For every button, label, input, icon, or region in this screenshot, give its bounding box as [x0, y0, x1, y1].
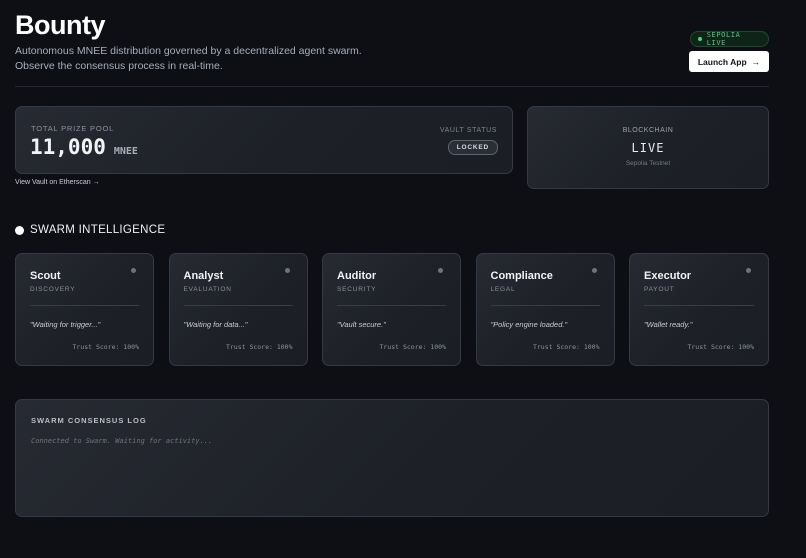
log-entry: Connected to Swarm. Waiting for activity…	[31, 437, 213, 445]
prize-pool-card: TOTAL PRIZE POOL 11,000 MNEE VAULT STATU…	[15, 106, 513, 174]
network-status-label: SEPOLIA LIVE	[706, 31, 741, 47]
agent-divider	[183, 305, 293, 306]
status-dot-icon	[131, 268, 136, 273]
consensus-log-title: SWARM CONSENSUS LOG	[31, 416, 147, 425]
agent-card-analyst[interactable]: Analyst EVALUATION "Waiting for data..."…	[168, 253, 308, 366]
swarm-heading-label: SWARM INTELLIGENCE	[30, 224, 166, 236]
agent-message: "Wallet ready."	[644, 320, 693, 329]
bounty-page: Bounty Autonomous MNEE distribution gove…	[15, 0, 769, 558]
live-indicator-icon	[698, 37, 702, 41]
blockchain-status: LIVE	[631, 141, 665, 155]
etherscan-link[interactable]: View Vault on Etherscan →	[15, 179, 100, 186]
agent-card-compliance[interactable]: Compliance LEGAL "Policy engine loaded."…	[475, 253, 615, 366]
agent-name: Scout	[30, 270, 61, 282]
blockchain-network: Sepolia Testnet	[625, 160, 671, 167]
prize-amount-unit: MNEE	[113, 146, 138, 157]
arrow-right-icon: →	[751, 56, 761, 67]
blockchain-label: BLOCKCHAIN	[622, 127, 674, 134]
page-title: Bounty	[15, 10, 105, 40]
agent-name: Analyst	[183, 270, 224, 282]
agent-message: "Vault secure."	[337, 320, 386, 329]
agent-name: Auditor	[337, 270, 377, 282]
agent-role: PAYOUT	[644, 286, 675, 293]
agent-trust-score: Trust Score: 100%	[379, 343, 446, 351]
consensus-log-panel: SWARM CONSENSUS LOG Connected to Swarm. …	[15, 399, 769, 517]
swarm-heading: SWARM INTELLIGENCE	[15, 224, 165, 236]
agent-role: LEGAL	[490, 286, 516, 293]
agent-name: Compliance	[490, 270, 553, 282]
agent-message: "Waiting for data..."	[183, 320, 248, 329]
blockchain-card: BLOCKCHAIN LIVE Sepolia Testnet	[527, 106, 769, 189]
agent-message: "Waiting for trigger..."	[30, 320, 101, 329]
vault-status-badge: LOCKED	[447, 140, 498, 155]
agent-divider	[30, 305, 139, 306]
agent-card-executor[interactable]: Executor PAYOUT "Wallet ready." Trust Sc…	[629, 253, 769, 366]
agent-role: SECURITY	[337, 286, 377, 293]
swarm-dot-icon	[15, 225, 24, 235]
agent-trust-score: Trust Score: 100%	[532, 343, 600, 351]
agent-role: EVALUATION	[183, 286, 232, 293]
status-dot-icon	[284, 268, 290, 273]
agent-divider	[337, 305, 446, 306]
agent-trust-score: Trust Score: 100%	[225, 343, 293, 351]
vault-status-label: VAULT STATUS	[439, 127, 497, 134]
page-subtitle: Autonomous MNEE distribution governed by…	[15, 44, 362, 74]
agent-divider	[644, 305, 754, 306]
prize-amount-value: 11,000	[30, 135, 106, 159]
prize-pool-amount: 11,000 MNEE	[30, 135, 138, 159]
agent-card-scout[interactable]: Scout DISCOVERY "Waiting for trigger..."…	[15, 253, 154, 366]
agent-trust-score: Trust Score: 100%	[72, 343, 139, 351]
prize-pool-label: TOTAL PRIZE POOL	[31, 124, 115, 133]
agent-name: Executor	[644, 270, 692, 282]
network-status-badge: SEPOLIA LIVE	[690, 31, 769, 47]
launch-app-label: Launch App	[697, 56, 747, 67]
status-dot-icon	[746, 268, 751, 273]
status-dot-icon	[591, 268, 597, 273]
subtitle-line: Observe the consensus process in real-ti…	[15, 60, 223, 72]
subtitle-line: Autonomous MNEE distribution governed by…	[15, 45, 362, 57]
status-dot-icon	[438, 268, 443, 273]
agent-trust-score: Trust Score: 100%	[687, 343, 754, 351]
agent-divider	[490, 305, 600, 306]
header-divider	[15, 86, 769, 87]
agent-card-auditor[interactable]: Auditor SECURITY "Vault secure." Trust S…	[322, 253, 461, 366]
launch-app-button[interactable]: Launch App →	[689, 51, 769, 72]
agent-role: DISCOVERY	[30, 286, 76, 293]
agent-message: "Policy engine loaded."	[490, 320, 568, 329]
